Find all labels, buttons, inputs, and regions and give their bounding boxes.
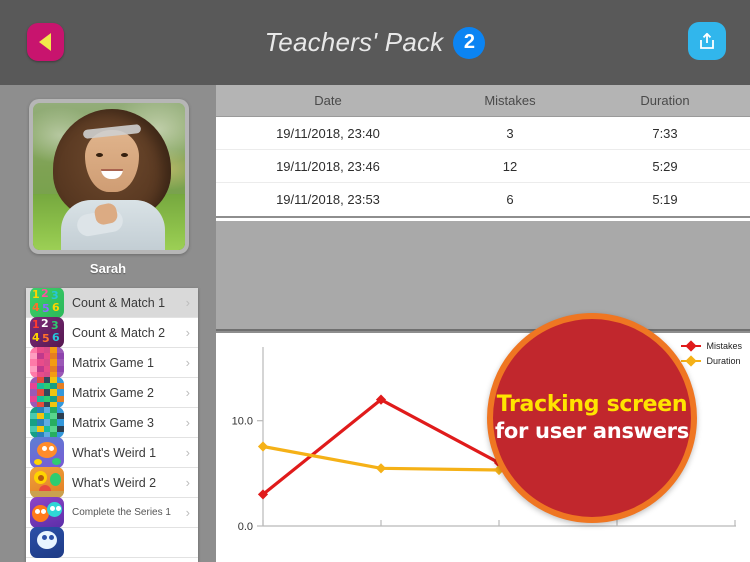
- cell-date: 19/11/2018, 23:53: [276, 192, 380, 207]
- title-badge: 2: [453, 26, 486, 59]
- chevron-right-icon: ›: [185, 475, 190, 490]
- cell-duration: 7:33: [652, 125, 678, 141]
- chevron-right-icon: ›: [185, 355, 190, 370]
- profile-name: Sarah: [89, 261, 127, 276]
- share-button[interactable]: [688, 22, 726, 60]
- content-area: Date Mistakes Duration 19/11/2018, 23:40…: [216, 85, 750, 562]
- legend-item-mistakes: Mistakes: [681, 341, 742, 351]
- list-item[interactable]: [26, 527, 198, 558]
- list-item[interactable]: Matrix Game 3 ›: [26, 407, 198, 438]
- callout-line1: Tracking screen: [496, 391, 688, 417]
- legend-label-duration: Duration: [706, 356, 741, 366]
- list-item[interactable]: Matrix Game 1 ›: [26, 347, 198, 378]
- page-title: Teachers' Pack: [264, 27, 444, 57]
- legend-item-duration: Duration: [681, 356, 742, 366]
- matrix-pink-grid-icon: [30, 347, 64, 378]
- chevron-right-icon: ›: [185, 385, 190, 400]
- chevron-right-icon: ›: [185, 415, 190, 430]
- list-item-label: What's Weird 2: [72, 475, 157, 490]
- numbers-purple-icon: 1 2 3 4 5 6: [30, 317, 64, 348]
- list-item-label: Matrix Game 2: [72, 385, 154, 400]
- legend-marker-mistakes: [681, 345, 702, 347]
- list-item-label: Complete the Series 1: [72, 507, 171, 518]
- profile-photo: [33, 103, 185, 250]
- title-wrap: Teachers' Pack 2: [264, 26, 486, 59]
- table-row[interactable]: 19/11/2018, 23:46 12 5:29: [216, 150, 750, 183]
- list-item-label: Matrix Game 1: [72, 355, 154, 370]
- avatar[interactable]: [29, 99, 189, 254]
- list-item[interactable]: What's Weird 2 ›: [26, 467, 198, 498]
- cell-mistakes: 6: [506, 192, 514, 207]
- cell-mistakes: 3: [506, 125, 514, 141]
- partial-icon: [30, 527, 64, 558]
- sidebar: Sarah 1 2 3 4 5 6 Count & Match 1 › 1 2: [0, 85, 216, 562]
- cell-duration: 5:19: [652, 192, 678, 207]
- orange-fish-icon: [30, 437, 64, 468]
- list-item[interactable]: Complete the Series 1 ›: [26, 497, 198, 528]
- list-item[interactable]: What's Weird 1 ›: [26, 437, 198, 468]
- table-row[interactable]: 19/11/2018, 23:40 3 7:33: [216, 117, 750, 150]
- svg-text:0.0: 0.0: [238, 521, 253, 533]
- game-list[interactable]: 1 2 3 4 5 6 Count & Match 1 › 1 2 3 4 5: [26, 288, 198, 562]
- list-item-label: What's Weird 1: [72, 445, 157, 460]
- list-item-label: Matrix Game 3: [72, 415, 154, 430]
- legend-label-mistakes: Mistakes: [706, 341, 742, 351]
- chevron-right-icon: ›: [185, 295, 190, 310]
- svg-text:10.0: 10.0: [232, 416, 253, 428]
- app-header: Teachers' Pack 2: [0, 0, 750, 85]
- cell-mistakes: 12: [502, 158, 518, 174]
- matrix-blue-grid-icon: [30, 407, 64, 438]
- callout-badge: Tracking screen for user answers: [487, 313, 697, 523]
- table-header-row: Date Mistakes Duration: [216, 85, 750, 117]
- matrix-rainbow-grid-icon: [30, 377, 64, 408]
- list-item-label: Count & Match 1: [72, 295, 166, 310]
- column-header-mistakes: Mistakes: [484, 93, 536, 108]
- lion-ball-icon: [30, 467, 64, 498]
- chart-legend: Mistakes Duration: [681, 341, 742, 371]
- share-upload-icon: [700, 32, 714, 49]
- empty-results-area: [216, 221, 750, 331]
- chevron-right-icon: ›: [185, 325, 190, 340]
- back-button[interactable]: [27, 23, 64, 61]
- back-triangle-icon: [38, 33, 51, 51]
- list-item-label: Count & Match 2: [72, 325, 166, 340]
- cell-date: 19/11/2018, 23:40: [276, 125, 380, 141]
- cell-duration: 5:29: [652, 158, 678, 174]
- list-item[interactable]: 1 2 3 4 5 6 Count & Match 2 ›: [26, 317, 198, 348]
- table-row[interactable]: 19/11/2018, 23:53 6 5:19: [216, 183, 750, 216]
- callout-line2: for user answers: [495, 419, 689, 444]
- two-monsters-icon: [30, 497, 64, 528]
- list-item[interactable]: 1 2 3 4 5 6 Count & Match 1 ›: [26, 288, 198, 318]
- column-header-date: Date: [314, 93, 342, 108]
- results-table: Date Mistakes Duration 19/11/2018, 23:40…: [216, 85, 750, 216]
- numbers-green-icon: 1 2 3 4 5 6: [30, 288, 64, 318]
- legend-marker-duration: [681, 360, 702, 362]
- column-header-duration: Duration: [640, 93, 690, 108]
- chevron-right-icon: ›: [185, 505, 190, 520]
- list-item[interactable]: Matrix Game 2 ›: [26, 377, 198, 408]
- chevron-right-icon: ›: [185, 445, 190, 460]
- cell-date: 19/11/2018, 23:46: [276, 158, 380, 174]
